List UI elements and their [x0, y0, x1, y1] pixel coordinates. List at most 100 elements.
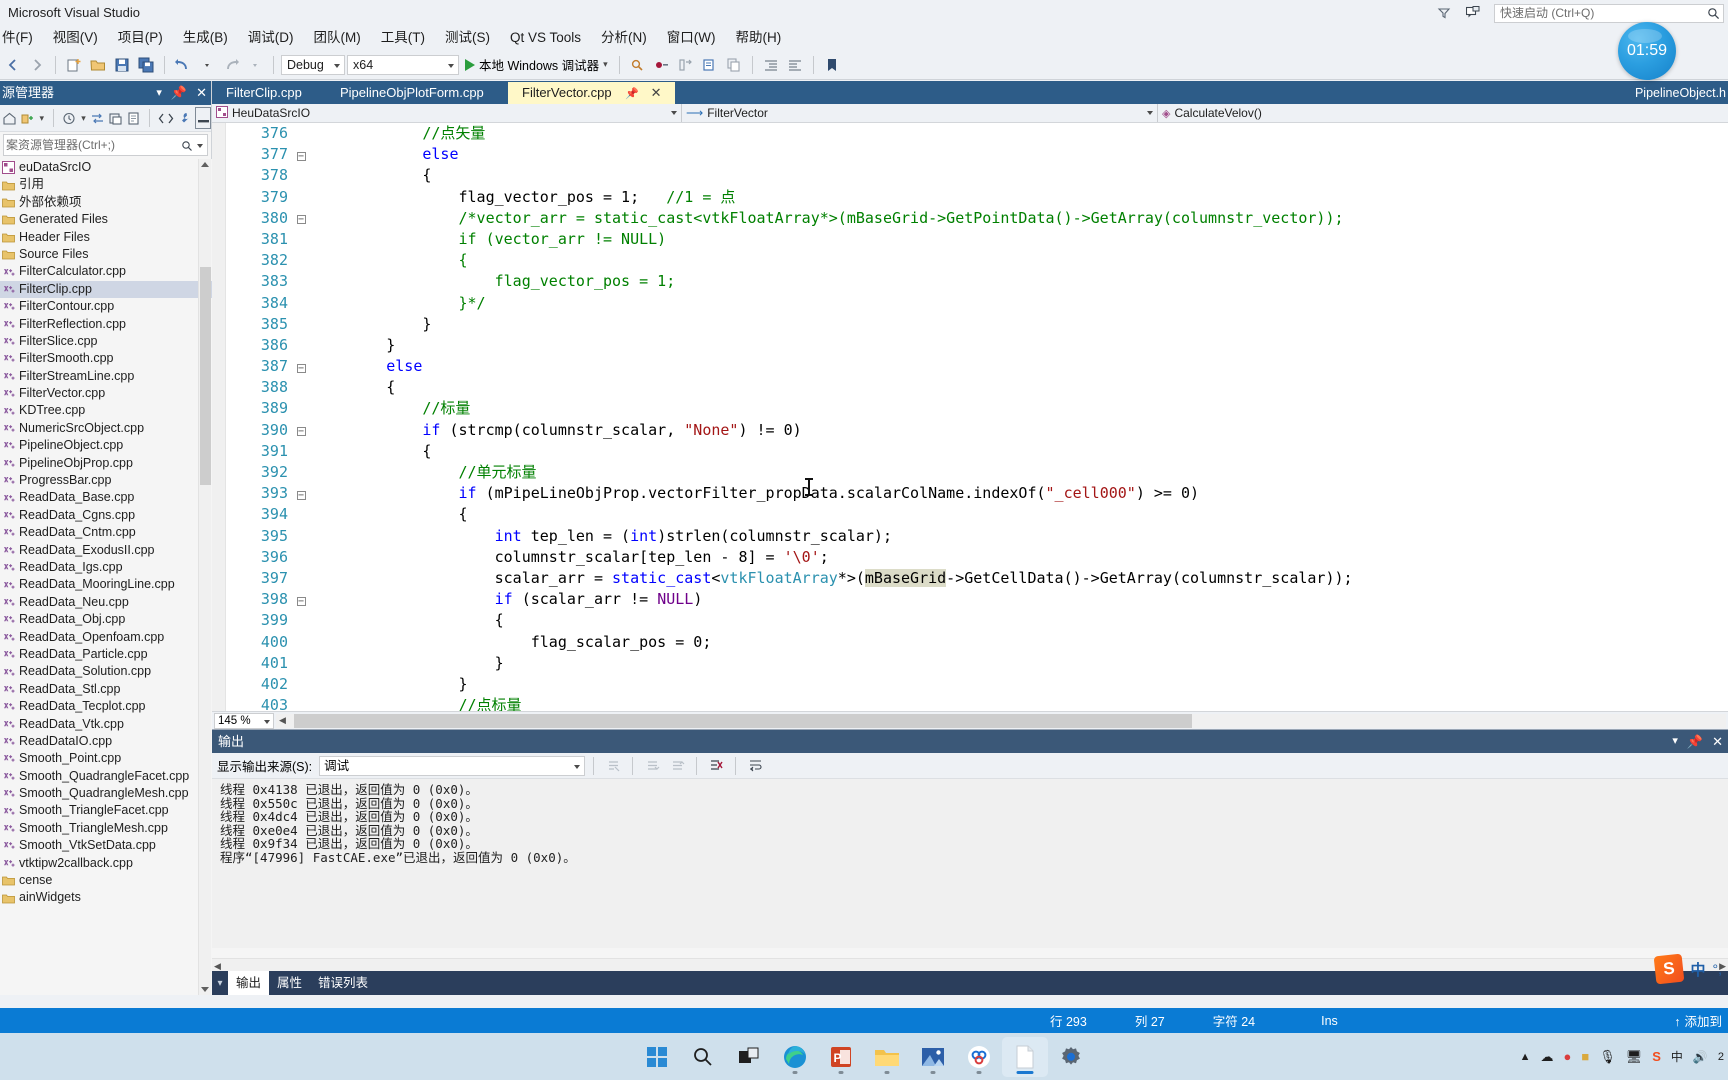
close-icon[interactable]: ✕ [651, 85, 662, 100]
pending-changes-icon[interactable] [62, 107, 77, 129]
navbar-method-dropdown[interactable]: ◈ CalculateVelov() [1158, 104, 1728, 122]
code-line[interactable]: 392 //单元标量 [226, 462, 1728, 483]
scroll-down-icon[interactable] [201, 987, 209, 992]
tree-item-smooth-vtksetdata-cpp[interactable]: Smooth_VtkSetData.cpp [0, 837, 212, 854]
code-line[interactable]: 384 }*/ [226, 293, 1728, 314]
code-line[interactable]: 383 flag_vector_pos = 1; [226, 271, 1728, 292]
menu-item-file[interactable]: 件(F) [0, 26, 43, 50]
ime-punctuation-icon[interactable]: °, [1713, 961, 1723, 977]
tray-volume-icon[interactable]: 🔊 [1693, 1050, 1708, 1064]
code-line[interactable]: 390− if (strcmp(columnstr_scalar, "None"… [226, 420, 1728, 441]
menu-item-team[interactable]: 团队(M) [304, 26, 371, 50]
tree-item-readdata-mooringline-cpp[interactable]: ReadData_MooringLine.cpp [0, 576, 212, 593]
tray-folder-icon[interactable]: ■ [1581, 1049, 1589, 1064]
collapse-all-icon[interactable] [20, 107, 35, 129]
code-line[interactable]: 391 { [226, 441, 1728, 462]
app-icon[interactable] [956, 1037, 1002, 1077]
menu-item-analyze[interactable]: 分析(N) [591, 26, 657, 50]
solution-explorer-search-input[interactable]: 案资源管理器(Ctrl+;) [3, 134, 208, 156]
code-line[interactable]: 378 { [226, 165, 1728, 186]
settings-icon[interactable] [1048, 1037, 1094, 1077]
copy-icon[interactable] [723, 54, 745, 76]
code-line[interactable]: 386 } [226, 335, 1728, 356]
editor-horizontal-scrollbar[interactable]: ◀ [276, 713, 1726, 728]
open-file-icon[interactable] [87, 54, 109, 76]
tree-item-smooth-trianglemesh-cpp[interactable]: Smooth_TriangleMesh.cpp [0, 820, 212, 837]
tree-item-readdata-solution-cpp[interactable]: ReadData_Solution.cpp [0, 663, 212, 680]
tree-item-ainwidgets[interactable]: ainWidgets [0, 889, 212, 906]
code-line[interactable]: 397 scalar_arr = static_cast<vtkFloatArr… [226, 568, 1728, 589]
tree-item-readdata-stl-cpp[interactable]: ReadData_Stl.cpp [0, 681, 212, 698]
close-icon[interactable]: ✕ [196, 81, 207, 105]
chevron-down-icon[interactable]: ▾ [212, 971, 228, 995]
chevron-down-icon[interactable]: ▾ [38, 107, 45, 129]
tree-item-eudatasrcio[interactable]: euDataSrcIO [0, 159, 212, 176]
goto-next-icon[interactable] [641, 755, 663, 777]
tree-item-readdata-particle-cpp[interactable]: ReadData_Particle.cpp [0, 646, 212, 663]
code-line[interactable]: 376 //点矢量 [226, 123, 1728, 144]
back-navigate-icon[interactable] [2, 54, 24, 76]
photos-icon[interactable] [910, 1037, 956, 1077]
fold-collapse-icon[interactable]: − [288, 209, 314, 230]
editor-zoom-combo[interactable]: 145 % [214, 712, 274, 729]
code-text-area[interactable]: 376 //点矢量 377− else 378 {379 flag_vector_p… [226, 123, 1728, 711]
new-project-icon[interactable] [63, 54, 85, 76]
tree-item-cense[interactable]: cense [0, 872, 212, 889]
tab-filtervector[interactable]: FilterVector.cpp 📌 ✕ [508, 82, 676, 104]
goto-prev-icon[interactable] [666, 755, 688, 777]
properties-icon[interactable] [108, 107, 123, 129]
tree-item-smooth-quadranglefacet-cpp[interactable]: Smooth_QuadrangleFacet.cpp [0, 768, 212, 785]
code-line[interactable]: 401 } [226, 653, 1728, 674]
outdent-icon[interactable] [784, 54, 806, 76]
tree-item-progressbar-cpp[interactable]: ProgressBar.cpp [0, 472, 212, 489]
show-all-files-icon[interactable] [126, 107, 141, 129]
menu-item-help[interactable]: 帮助(H) [726, 26, 792, 50]
menu-item-debug[interactable]: 调试(D) [238, 26, 304, 50]
chevron-down-icon[interactable] [574, 764, 581, 769]
tree-item-kdtree-cpp[interactable]: KDTree.cpp [0, 402, 212, 419]
tree-item-smooth-point-cpp[interactable]: Smooth_Point.cpp [0, 750, 212, 767]
find-message-icon[interactable] [602, 755, 624, 777]
code-line[interactable]: 377− else [226, 144, 1728, 165]
redo-icon[interactable] [220, 54, 242, 76]
editor-indicator-margin[interactable] [212, 123, 226, 711]
fold-collapse-icon[interactable]: − [288, 357, 314, 378]
undo-icon[interactable] [172, 54, 194, 76]
code-line[interactable]: 388 { [226, 377, 1728, 398]
tree-item-readdata-obj-cpp[interactable]: ReadData_Obj.cpp [0, 611, 212, 628]
tree-item-filtersmooth-cpp[interactable]: FilterSmooth.cpp [0, 350, 212, 367]
tab-overflow-label[interactable]: PipelineObject.h [1635, 82, 1728, 104]
code-line[interactable]: 395 int tep_len = (int)strlen(columnstr_… [226, 526, 1728, 547]
filter-icon[interactable] [1434, 3, 1454, 23]
fold-collapse-icon[interactable]: − [288, 590, 314, 611]
tray-mic-icon[interactable]: 🎙 [1599, 1049, 1616, 1065]
preview-icon[interactable] [195, 107, 212, 129]
menu-item-window[interactable]: 窗口(W) [657, 26, 726, 50]
code-line[interactable]: 398− if (scalar_arr != NULL) [226, 589, 1728, 610]
scroll-thumb[interactable] [200, 267, 211, 485]
step-into-icon[interactable] [675, 54, 697, 76]
menu-item-test[interactable]: 测试(S) [435, 26, 500, 50]
pin-icon[interactable]: 📌 [1687, 730, 1703, 753]
menu-item-build[interactable]: 生成(B) [173, 26, 238, 50]
tree-item-source-files[interactable]: Source Files [0, 246, 212, 263]
tab-output[interactable]: 输出 [228, 971, 270, 995]
start-debugging-button[interactable]: 本地 Windows 调试器 ▾ [461, 55, 612, 74]
forward-navigate-icon[interactable] [26, 54, 48, 76]
solution-explorer-tree[interactable]: euDataSrcIO 引用 外部依赖项 Generated Files Header … [0, 159, 212, 995]
tree-item-filterstreamline-cpp[interactable]: FilterStreamLine.cpp [0, 368, 212, 385]
chevron-down-icon[interactable] [1147, 111, 1153, 115]
breakpoint-icon[interactable] [651, 54, 673, 76]
save-icon[interactable] [111, 54, 133, 76]
chevron-down-icon[interactable] [264, 719, 270, 724]
tab-properties[interactable]: 属性 [269, 971, 310, 995]
document-icon[interactable] [1002, 1036, 1048, 1077]
tray-monitor-icon[interactable]: 🖥 [1626, 1049, 1643, 1065]
tray-app-red-icon[interactable]: ● [1563, 1049, 1571, 1064]
output-log-text[interactable]: 线程 0x4138 已退出，返回值为 0 (0x0)。 线程 0x550c 已退出… [212, 779, 1728, 948]
platform-combo[interactable]: x64 [347, 54, 459, 75]
tree-item-header-files[interactable]: Header Files [0, 229, 212, 246]
tab-pipelineobjplotform[interactable]: PipelineObjPlotForm.cpp [326, 82, 498, 104]
code-line[interactable]: 387− else [226, 356, 1728, 377]
fold-collapse-icon[interactable]: − [288, 421, 314, 442]
